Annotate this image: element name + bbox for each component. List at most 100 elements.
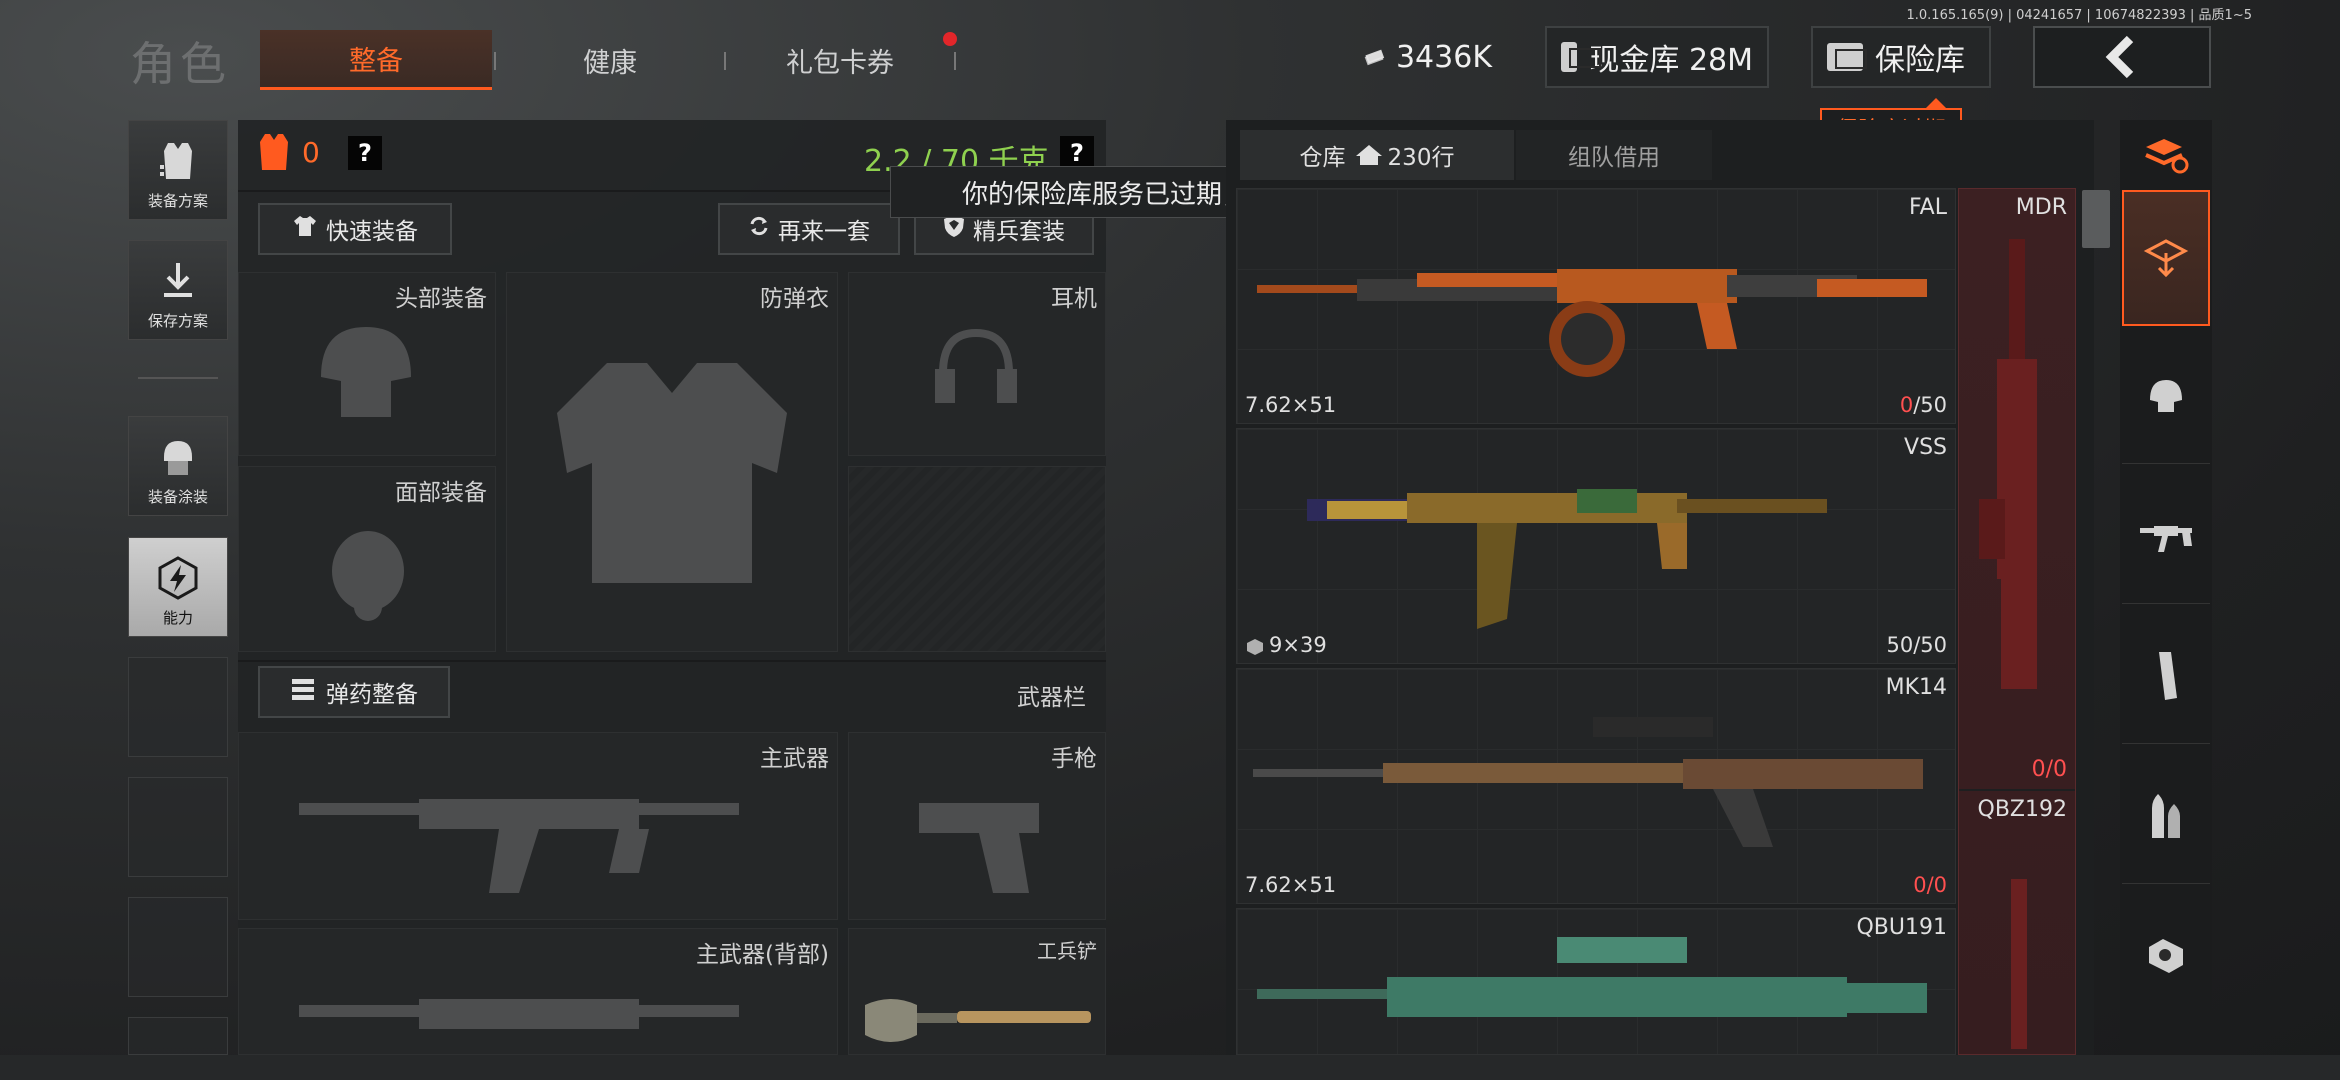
weapon-count: 0/0 xyxy=(2032,757,2067,782)
weapon-name: MK14 xyxy=(1885,675,1947,700)
weapon-card-fal[interactable]: FAL 7.62×51 0/50 xyxy=(1236,188,1956,424)
cash-vault-label: 现金库 28M xyxy=(1589,43,1753,78)
headset-slot[interactable]: 耳机 xyxy=(848,272,1106,456)
column-divider xyxy=(1959,789,2075,791)
empty-side-slot xyxy=(128,657,228,757)
insurance-vault-label: 保险库 xyxy=(1875,43,1965,78)
safe-icon xyxy=(1827,43,1867,71)
equipment-skin-button[interactable]: 装备涂装 xyxy=(128,416,228,516)
repeat-loadout-button[interactable]: 再来一套 xyxy=(718,203,900,255)
loaded-count: 0 xyxy=(1899,393,1914,417)
layers-refresh-icon xyxy=(2145,139,2189,174)
shovel-slot-label: 工兵铲 xyxy=(1037,939,1097,963)
ammo-count: 0/0 xyxy=(1913,873,1947,897)
rifle-placeholder-icon xyxy=(299,799,739,893)
ability-label: 能力 xyxy=(162,609,193,627)
download-icon xyxy=(155,258,201,304)
qbz192-rifle-icon xyxy=(2011,879,2027,1049)
pistol-placeholder-icon xyxy=(919,803,1039,893)
cash-vault-icon xyxy=(1561,42,1603,72)
tab-health[interactable]: 健康 xyxy=(500,30,720,90)
tab-loadout[interactable]: 整备 xyxy=(260,30,492,90)
ability-button[interactable]: 能力 xyxy=(128,537,228,637)
sort-stack-button[interactable] xyxy=(2122,124,2210,186)
armor-icon xyxy=(258,132,290,172)
tab-divider xyxy=(954,52,956,70)
save-plan-button[interactable]: 保存方案 xyxy=(128,240,228,340)
vss-rifle-icon xyxy=(1307,489,1827,629)
headset-slot-label: 耳机 xyxy=(1051,286,1097,312)
shirt-icon xyxy=(292,214,318,244)
fal-rifle-icon xyxy=(1257,269,1927,377)
panel-divider xyxy=(238,660,1106,662)
weapon-card-mk14[interactable]: MK14 7.62×51 0/0 xyxy=(1236,668,1956,904)
money-display: 3436K xyxy=(1350,26,1506,88)
shield-icon xyxy=(943,214,965,244)
loadout-plan-label: 装备方案 xyxy=(147,192,208,210)
mdr-rifle-icon xyxy=(1979,239,2037,689)
body-armor-slot[interactable]: 防弹衣 xyxy=(506,272,838,652)
empty-side-slot xyxy=(128,1017,228,1055)
money-icon xyxy=(1364,49,1385,66)
weapon-bar-label: 武器栏 xyxy=(1017,685,1086,711)
warehouse-scrollbar[interactable] xyxy=(2082,190,2110,248)
shovel-icon xyxy=(865,999,1091,1042)
ammo-icon xyxy=(290,677,318,707)
tab-team-borrow[interactable]: 组队借用 xyxy=(1516,130,1712,180)
category-helmet[interactable] xyxy=(2122,328,2210,464)
face-equipment-slot[interactable]: 面部装备 xyxy=(238,466,496,652)
helmet-placeholder-icon xyxy=(321,327,411,417)
storage-tab-label: 仓库 xyxy=(1299,145,1346,171)
pistol-slot[interactable]: 手枪 xyxy=(848,732,1106,920)
category-rifle[interactable] xyxy=(2122,468,2210,604)
page-title: 角色 xyxy=(130,37,230,91)
empty-side-slot xyxy=(128,777,228,877)
quick-equip-button[interactable]: 快速装备 xyxy=(258,203,452,255)
ammo-prep-button[interactable]: 弹药整备 xyxy=(258,666,450,718)
head-equipment-slot[interactable]: 头部装备 xyxy=(238,272,496,456)
weapon-name: MDR xyxy=(2015,195,2067,220)
weight-help-button[interactable]: ? xyxy=(1060,136,1094,170)
rifle-placeholder-icon xyxy=(299,999,739,1029)
category-optics[interactable] xyxy=(2122,888,2210,1024)
helmet-skin-icon xyxy=(155,434,201,480)
mk14-rifle-icon xyxy=(1253,717,1923,847)
weapon-name: FAL xyxy=(1909,195,1947,220)
weapon-caliber: 9×39 xyxy=(1245,633,1327,657)
bottom-bar xyxy=(0,1055,2340,1080)
insurance-vault-button[interactable]: 保险库 xyxy=(1811,26,1991,88)
ammo-count: 50/50 xyxy=(1886,633,1947,657)
category-ammo[interactable] xyxy=(2122,748,2210,884)
ammo-box-icon xyxy=(1247,639,1263,655)
cash-vault-button[interactable]: 现金库 28M xyxy=(1545,26,1769,88)
bullets-icon xyxy=(2152,793,2180,838)
count-text: 0/0 xyxy=(2031,757,2067,782)
capacity-count: /50 xyxy=(1913,393,1947,417)
armor-slot-label: 防弹衣 xyxy=(760,286,829,312)
weapon-card-vss[interactable]: VSS 9×39 50/50 xyxy=(1236,428,1956,664)
ammo-count: 0/50 xyxy=(1900,393,1947,417)
back-weapon-slot[interactable]: 主武器(背部) xyxy=(238,928,838,1055)
helmet-icon xyxy=(2150,379,2182,412)
tab-storage[interactable]: 仓库 230行 xyxy=(1240,130,1514,180)
back-button[interactable] xyxy=(2033,26,2211,88)
shovel-slot[interactable]: 工兵铲 xyxy=(848,928,1106,1055)
head-slot-label: 头部装备 xyxy=(395,286,487,312)
primary-weapon-slot[interactable]: 主武器 xyxy=(238,732,838,920)
loadout-plan-button[interactable]: 装备方案 xyxy=(128,120,228,220)
weapon-card-qbu191[interactable]: QBU191 xyxy=(1236,908,1956,1055)
back-weapon-slot-label: 主武器(背部) xyxy=(696,942,829,968)
locked-slot xyxy=(848,466,1106,652)
armor-help-button[interactable]: ? xyxy=(348,136,382,170)
side-divider xyxy=(138,377,218,379)
version-info: 1.0.165.165(9) | 04241657 | 10674822393 … xyxy=(1906,8,2253,23)
category-all[interactable] xyxy=(2122,190,2210,326)
equipment-skin-label: 装备涂装 xyxy=(147,488,208,506)
tab-divider xyxy=(724,52,726,70)
caliber-text: 9×39 xyxy=(1269,633,1327,657)
category-magazine[interactable] xyxy=(2122,608,2210,744)
chevron-left-icon xyxy=(2105,35,2134,79)
weapon-name: VSS xyxy=(1904,435,1947,460)
layers-download-icon xyxy=(2143,239,2189,278)
tab-gift-coupons[interactable]: 礼包卡券 xyxy=(730,30,950,90)
